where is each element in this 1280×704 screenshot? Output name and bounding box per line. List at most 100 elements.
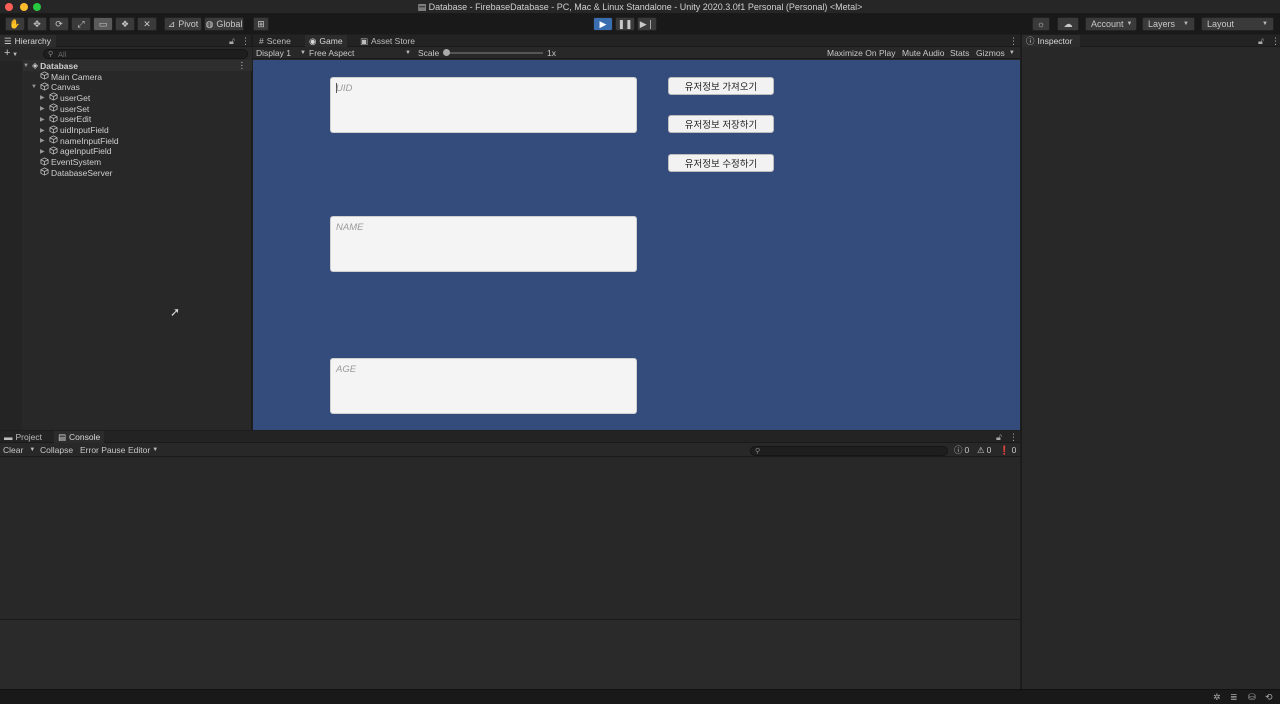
warning-icon: ⚠	[977, 444, 985, 455]
layout-dropdown[interactable]: Layout ▼	[1201, 17, 1274, 31]
hierarchy-search-input[interactable]: ⚲ All	[43, 49, 248, 59]
kebab-menu-icon[interactable]: ⋮	[241, 36, 250, 47]
tab-project[interactable]: ▬ Project	[0, 431, 46, 443]
play-button[interactable]: ▶	[593, 17, 613, 31]
hierarchy-gutter	[0, 61, 22, 430]
expand-arrow-icon[interactable]: ▼	[23, 63, 30, 69]
status-bar: ✲ ≣ ⛁ ⟲	[0, 689, 1280, 704]
hierarchy-item[interactable]: ▶ ageInputField	[40, 146, 112, 157]
lock-icon[interactable]: 🔓︎	[229, 36, 235, 47]
bug-icon[interactable]: ✲	[1213, 692, 1221, 703]
add-object-button[interactable]: + ▼	[4, 47, 18, 59]
kebab-menu-icon[interactable]: ⋮	[1271, 36, 1280, 47]
transform-tool[interactable]: ❖	[115, 17, 135, 31]
expand-arrow-icon[interactable]: ▶	[40, 137, 47, 144]
expand-arrow-icon[interactable]: ▶	[40, 148, 47, 155]
unity-scene-icon: ◈	[32, 61, 39, 70]
hierarchy-item[interactable]: EventSystem	[31, 157, 101, 168]
hierarchy-item-label: Main Camera	[51, 71, 103, 82]
kebab-menu-icon[interactable]: ⋮	[238, 60, 247, 71]
lock-icon[interactable]: 🔓︎	[1258, 36, 1264, 47]
hierarchy-item-label: EventSystem	[51, 157, 102, 168]
stack-icon[interactable]: ≣	[1230, 692, 1238, 703]
tab-inspector[interactable]: ⓘ Inspector	[1022, 35, 1080, 47]
lock-icon[interactable]: 🔓︎	[996, 432, 1002, 443]
rect-tool[interactable]: ▭	[93, 17, 113, 31]
caret-down-icon: ▼	[29, 447, 36, 453]
console-search-input[interactable]: ⚲	[750, 446, 948, 456]
clear-dropdown[interactable]: Clear ▼	[3, 444, 35, 456]
layers-dropdown[interactable]: Layers ▼	[1142, 17, 1195, 31]
expand-arrow-icon[interactable]: ▶	[40, 94, 47, 101]
warning-count-toggle[interactable]: ⚠ 0	[977, 444, 991, 456]
hierarchy-item[interactable]: ▼ Canvas	[31, 82, 80, 93]
editor-dropdown[interactable]: Editor ▼	[128, 444, 158, 456]
tab-asset-store[interactable]: ▣ Asset Store	[356, 35, 419, 47]
expand-arrow-icon[interactable]: ▶	[40, 105, 47, 112]
tab-game[interactable]: ◉ Game	[305, 35, 347, 47]
hierarchy-item[interactable]: ▶ uidInputField	[40, 124, 109, 136]
pause-button[interactable]: ❚❚	[615, 17, 635, 31]
expand-arrow-icon[interactable]: ▼	[31, 84, 38, 90]
scene-root-row[interactable]: ▼ ◈ Database ⋮	[23, 60, 252, 71]
hierarchy-item[interactable]: ▶ userEdit	[40, 114, 91, 125]
uid-input-field[interactable]: UID	[330, 77, 637, 133]
gameobject-cube-icon	[49, 146, 58, 157]
console-log-list[interactable]	[0, 457, 1020, 619]
center-tabbar: # Scene ◉ Game ▣ Asset Store ⋮	[253, 35, 1020, 47]
name-input-field[interactable]: NAME	[330, 216, 637, 272]
expand-arrow-icon[interactable]: ▶	[40, 127, 47, 134]
hand-tool[interactable]: ✋	[5, 17, 25, 31]
error-pause-toggle[interactable]: Error Pause	[80, 444, 125, 456]
cache-server-icon[interactable]: ⛁	[1248, 692, 1256, 703]
hierarchy-item[interactable]: ▶ userSet	[40, 103, 89, 114]
console-detail-area	[0, 620, 1020, 689]
scale-slider-thumb[interactable]	[443, 49, 450, 56]
pivot-toggle[interactable]: ⊿ Pivot	[164, 17, 202, 31]
scale-value: 1x	[547, 48, 556, 58]
pivot-icon: ⊿	[167, 18, 176, 29]
global-toggle[interactable]: ◍ Global	[204, 17, 244, 31]
caret-down-icon: ▼	[1183, 21, 1189, 27]
step-button[interactable]: ▶❘	[637, 17, 657, 31]
maximize-on-play-toggle[interactable]: Maximize On Play	[827, 47, 896, 59]
transform-icon: ❖	[120, 18, 130, 29]
stats-toggle[interactable]: Stats	[950, 47, 969, 59]
move-tool[interactable]: ✥	[27, 17, 47, 31]
aspect-dropdown[interactable]: Free Aspect ▼	[309, 47, 411, 59]
kebab-menu-icon[interactable]: ⋮	[1009, 432, 1018, 443]
cloud-button[interactable]: ☁	[1057, 17, 1079, 31]
grid-snap-button[interactable]: ⊞	[253, 17, 269, 31]
kebab-menu-icon[interactable]: ⋮	[1009, 36, 1018, 47]
hierarchy-item[interactable]: ▶ userGet	[40, 92, 90, 103]
scale-tool[interactable]: ⤢	[71, 17, 91, 31]
scale-slider-track[interactable]	[445, 52, 543, 54]
tab-scene[interactable]: # Scene	[255, 35, 295, 47]
window-title: ▤ Database - FirebaseDatabase - PC, Mac …	[417, 2, 863, 12]
save-user-button[interactable]: 유저정보 저장하기	[668, 115, 774, 133]
hierarchy-item-label: nameInputField	[60, 135, 119, 146]
collapse-toggle[interactable]: Collapse	[40, 444, 73, 456]
tab-console[interactable]: ▤ Console	[54, 431, 105, 443]
caret-down-icon: ▼	[1008, 50, 1015, 56]
refresh-icon[interactable]: ⟲	[1265, 692, 1273, 703]
collab-button[interactable]: ☼	[1032, 17, 1050, 31]
get-user-button[interactable]: 유저정보 가져오기	[668, 77, 774, 95]
error-count-toggle[interactable]: ❗ 0	[999, 444, 1016, 456]
hierarchy-item[interactable]: ▶ nameInputField	[40, 135, 119, 146]
account-dropdown[interactable]: Account ▼	[1085, 17, 1137, 31]
display-dropdown[interactable]: Display 1 ▼	[256, 47, 306, 59]
edit-user-button[interactable]: 유저정보 수정하기	[668, 154, 774, 172]
bottom-tabbar: ▬ Project ▤ Console 🔓︎ ⋮	[0, 431, 1020, 443]
rotate-tool[interactable]: ⟳	[49, 17, 69, 31]
log-count-toggle[interactable]: ⓘ 0	[954, 444, 969, 456]
mute-audio-toggle[interactable]: Mute Audio	[902, 47, 945, 59]
age-input-field[interactable]: AGE	[330, 358, 637, 414]
custom-tool[interactable]: ✕	[137, 17, 157, 31]
gizmos-dropdown[interactable]: Gizmos ▼	[976, 47, 1015, 59]
mouse-cursor-icon: ➚	[170, 305, 181, 319]
hierarchy-item[interactable]: DatabaseServer	[31, 167, 112, 178]
expand-arrow-icon[interactable]: ▶	[40, 116, 47, 123]
hierarchy-item[interactable]: Main Camera	[31, 71, 102, 82]
tab-hierarchy[interactable]: ☰ Hierarchy	[0, 35, 56, 47]
